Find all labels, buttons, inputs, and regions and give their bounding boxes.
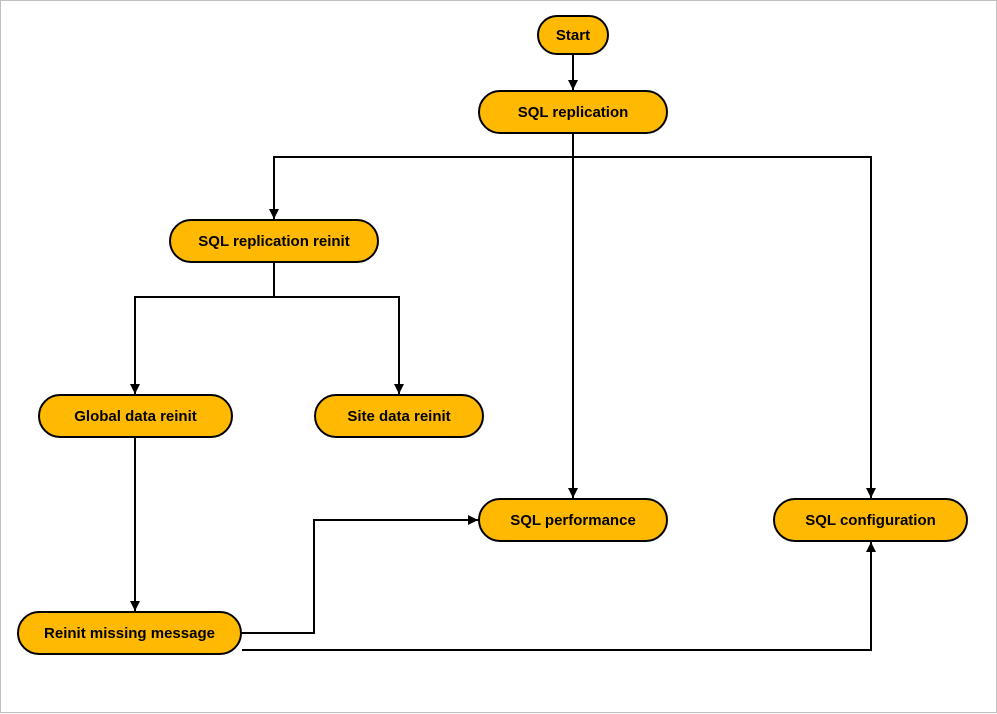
edge-sql_replication-to-sql_configuration <box>573 157 871 498</box>
flowchart-canvas: Start SQL replication SQL replication re… <box>0 0 997 713</box>
node-label: SQL replication reinit <box>198 233 349 250</box>
node-label: SQL replication <box>518 104 629 121</box>
node-label: Site data reinit <box>347 408 450 425</box>
node-label: Reinit missing message <box>44 625 215 642</box>
edge-sql_replication-to-sql_replication_reinit <box>274 157 573 219</box>
node-sql-configuration: SQL configuration <box>773 498 968 542</box>
node-label: Global data reinit <box>74 408 197 425</box>
node-sql-replication: SQL replication <box>478 90 668 134</box>
edge-reinit_missing_message-to-sql_performance <box>242 520 478 633</box>
node-reinit-missing-message: Reinit missing message <box>17 611 242 655</box>
node-sql-replication-reinit: SQL replication reinit <box>169 219 379 263</box>
node-global-data-reinit: Global data reinit <box>38 394 233 438</box>
node-start: Start <box>537 15 609 55</box>
node-label: SQL configuration <box>805 512 936 529</box>
node-label: Start <box>556 27 590 44</box>
edge-sql_replication_reinit-to-global_data_reinit <box>135 263 274 394</box>
edge-reinit_missing_message-to-sql_configuration <box>242 542 871 650</box>
node-site-data-reinit: Site data reinit <box>314 394 484 438</box>
edge-sql_replication_reinit-to-site_data_reinit <box>274 263 399 394</box>
node-label: SQL performance <box>510 512 636 529</box>
node-sql-performance: SQL performance <box>478 498 668 542</box>
